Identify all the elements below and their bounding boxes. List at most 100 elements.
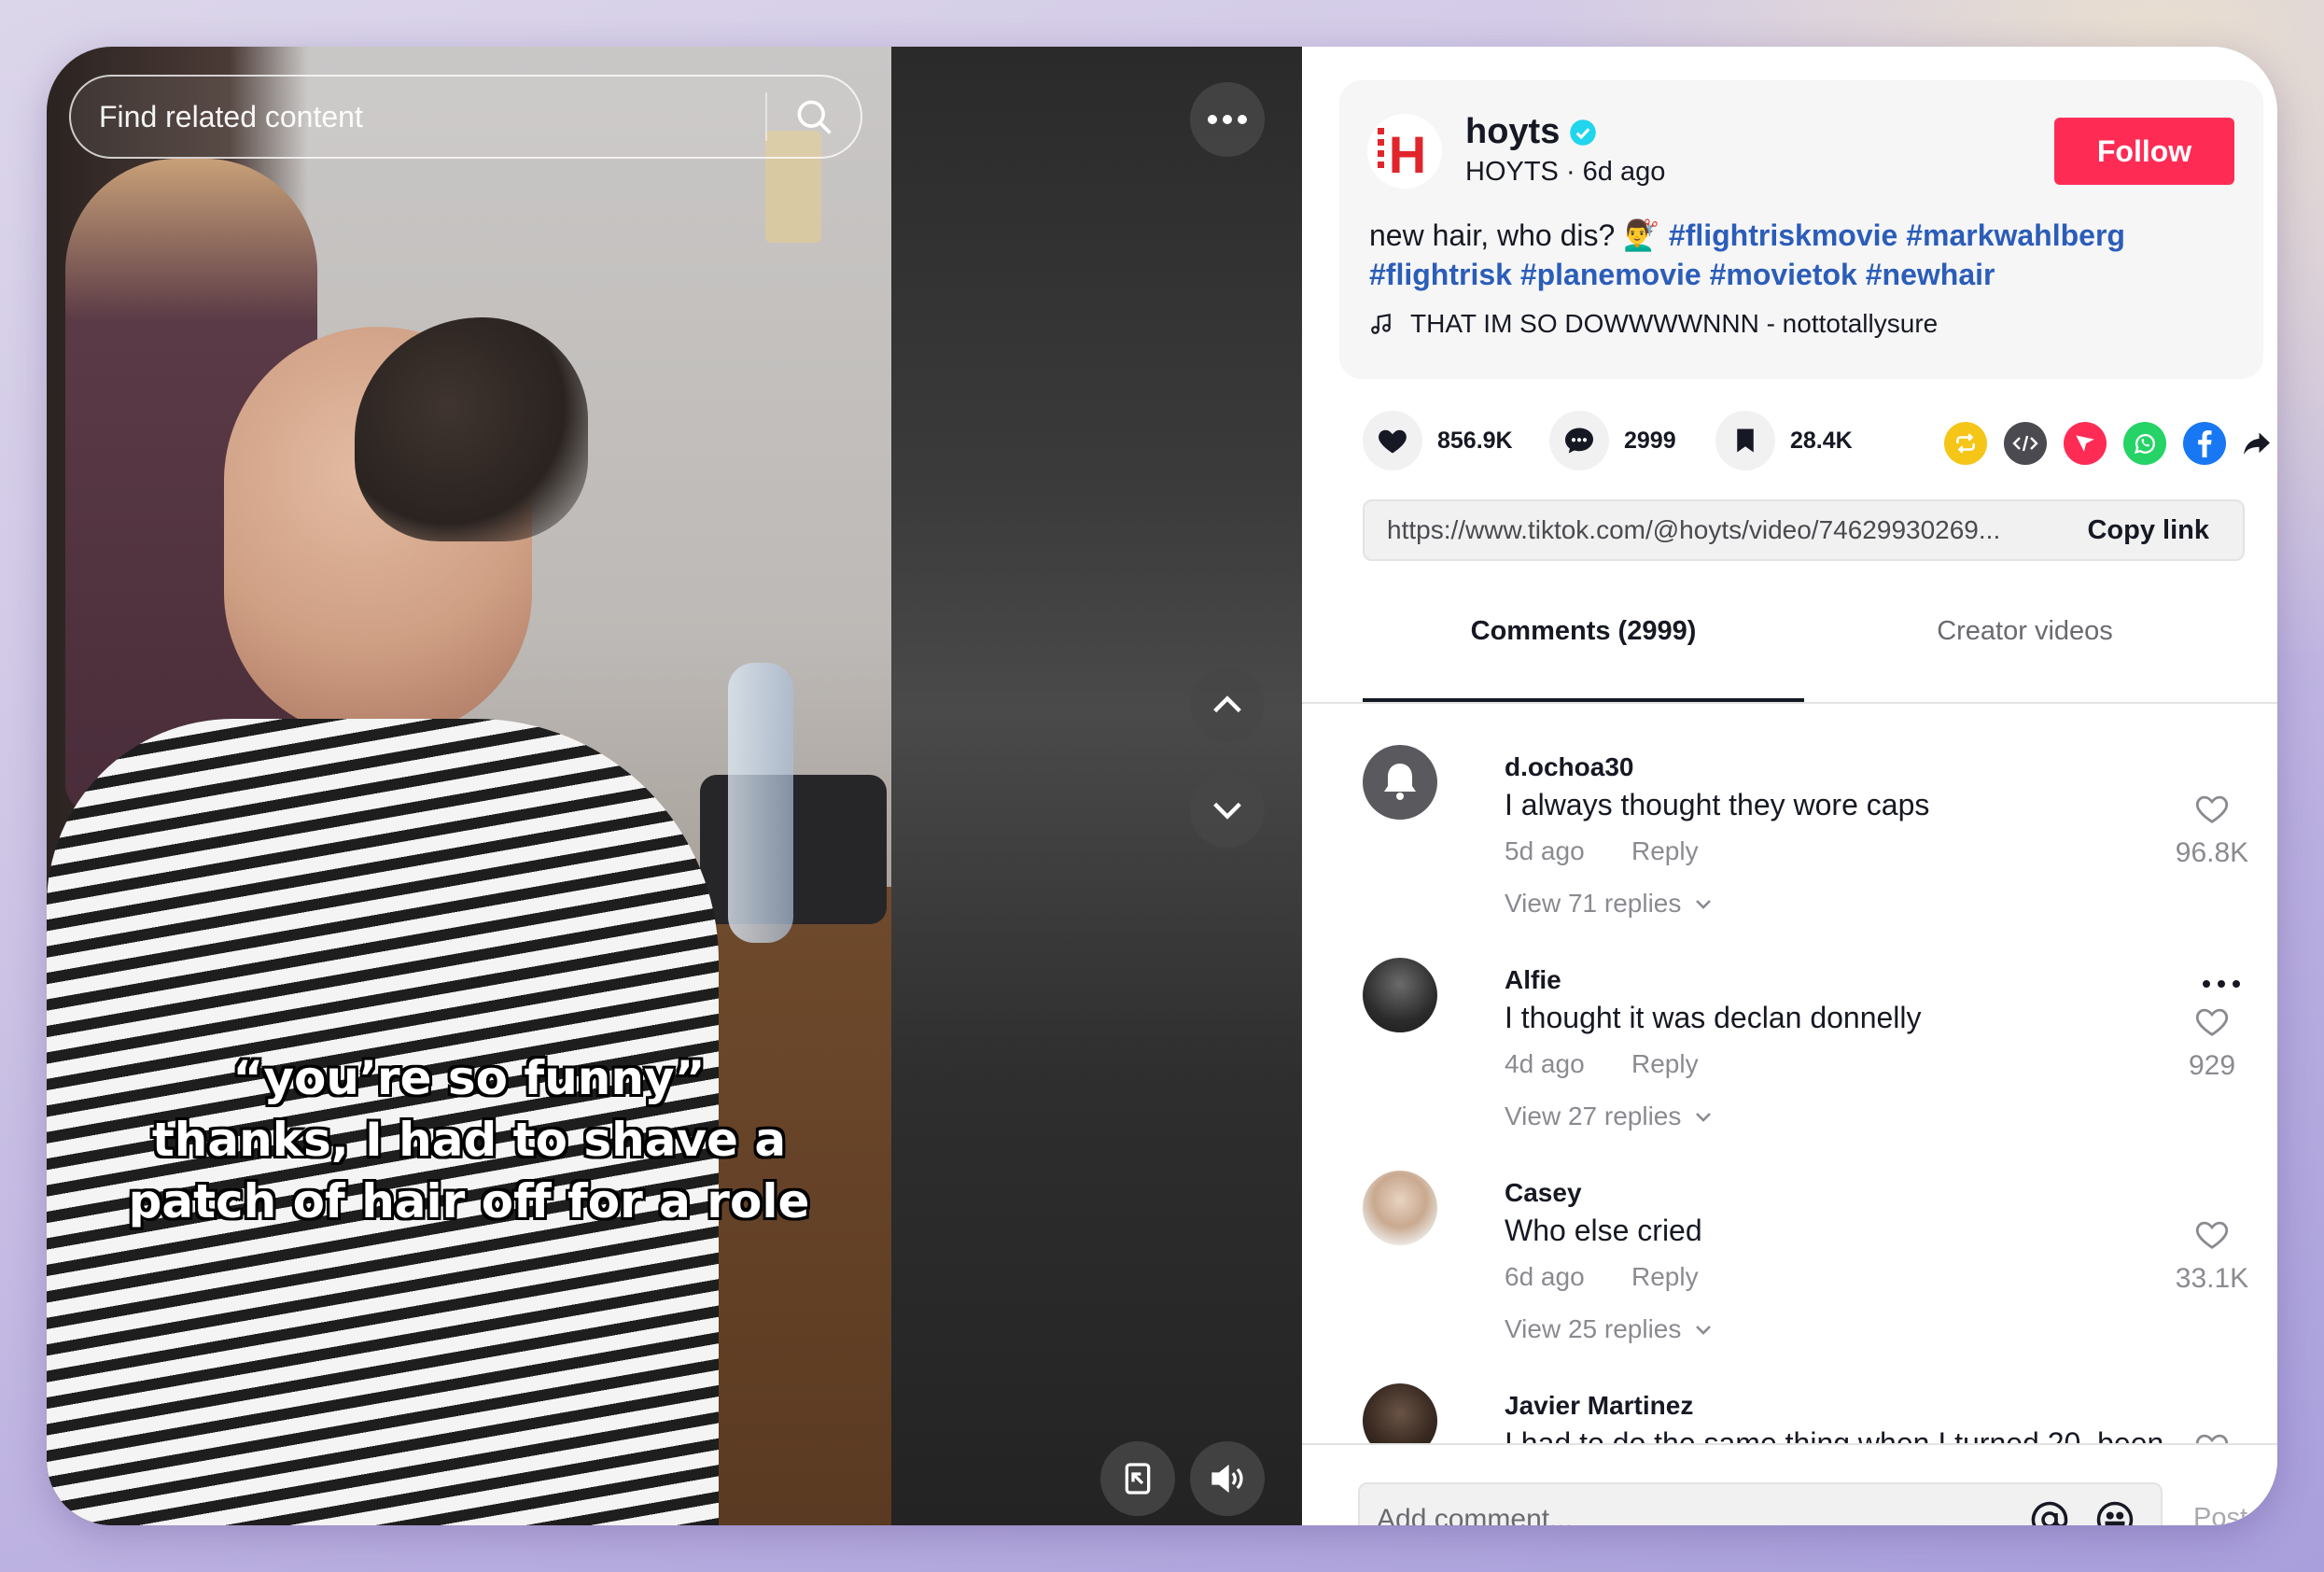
comment-like-button[interactable]: 929 — [2165, 1004, 2259, 1082]
post-card: H hoyts HOYTS · 6d ago Follow new hair, … — [1339, 80, 2263, 379]
comment-input[interactable]: Add comment... — [1358, 1482, 2163, 1525]
avatar[interactable] — [1363, 1383, 1437, 1443]
chevron-down-icon — [1213, 802, 1241, 820]
chevron-up-icon — [1213, 695, 1241, 713]
verified-badge-icon — [1570, 119, 1597, 146]
comment-text: I thought it was declan donnelly — [1505, 1001, 1922, 1034]
hashtag-link[interactable]: #movietok — [1710, 258, 1857, 291]
like-count: 856.9K — [1437, 427, 1513, 454]
svg-text:H: H — [1389, 125, 1426, 180]
facebook-icon[interactable] — [2183, 422, 2226, 465]
next-video-button[interactable] — [1190, 773, 1265, 848]
save-button[interactable]: 28.4K — [1715, 411, 1853, 470]
search-icon[interactable] — [767, 96, 861, 137]
share-link-field[interactable]: https://www.tiktok.com/@hoyts/video/7462… — [1363, 499, 2245, 561]
author-avatar[interactable]: H — [1367, 114, 1442, 189]
caption-line: “you’re so funny” — [232, 1051, 706, 1105]
copy-link-button[interactable]: Copy link — [2087, 515, 2209, 546]
comment-item: Javier Martinez I had to do the same thi… — [1302, 1344, 2277, 1443]
tab-creator-videos[interactable]: Creator videos — [1804, 616, 2246, 647]
heart-outline-icon — [2195, 1434, 2229, 1443]
share-arrow-icon[interactable] — [2235, 422, 2277, 465]
comment-like-button[interactable]: 96.8K — [2165, 792, 2259, 869]
panel-tabs: Comments (2999) Creator videos — [1302, 579, 2277, 704]
volume-icon — [1211, 1464, 1243, 1494]
emoji-icon[interactable] — [2095, 1500, 2135, 1525]
caption-line: patch of hair off for a role — [128, 1174, 810, 1228]
avatar[interactable] — [1363, 1171, 1437, 1245]
comment-username[interactable]: d.ochoa30 — [1505, 752, 1633, 782]
video-url: https://www.tiktok.com/@hoyts/video/7462… — [1387, 515, 2001, 544]
heart-outline-icon — [2195, 1008, 2229, 1036]
heart-icon — [1379, 429, 1407, 454]
reply-button[interactable]: Reply — [1631, 1049, 1699, 1079]
send-icon[interactable] — [2064, 422, 2107, 465]
heart-outline-icon — [2195, 1221, 2229, 1249]
whatsapp-icon[interactable] — [2123, 422, 2166, 465]
mention-icon[interactable] — [2030, 1500, 2069, 1525]
bell-icon — [1384, 764, 1416, 800]
comment-like-button[interactable] — [2165, 1430, 2259, 1443]
comment-username[interactable]: Alfie — [1505, 965, 1561, 995]
caption-line: thanks, I had to shave a — [151, 1113, 787, 1167]
comment-like-count: 96.8K — [2175, 837, 2249, 868]
comment-input-placeholder: Add comment... — [1377, 1504, 1574, 1525]
engagement-bar: 856.9K 2999 28.4K — [1302, 411, 2277, 485]
hashtag-link[interactable]: #flightriskmovie — [1669, 218, 1897, 252]
comment-button[interactable]: 2999 — [1549, 411, 1676, 470]
comment-username[interactable]: Javier Martinez — [1505, 1391, 1693, 1421]
embed-icon[interactable] — [2004, 422, 2047, 465]
comment-like-count: 33.1K — [2175, 1263, 2249, 1294]
post-comment-button[interactable]: Post — [2193, 1503, 2247, 1525]
view-replies-button[interactable]: View 27 replies — [1505, 1102, 1713, 1131]
comment-time: 4d ago — [1505, 1049, 1585, 1078]
view-replies-label: View 25 replies — [1505, 1314, 1682, 1343]
previous-video-button[interactable] — [1190, 667, 1265, 742]
tiktok-window: “you’re so funny” thanks, I had to shave… — [47, 47, 2277, 1525]
volume-button[interactable] — [1190, 1441, 1265, 1516]
hashtag-link[interactable]: #planemovie — [1520, 258, 1701, 291]
view-replies-button[interactable]: View 25 replies — [1505, 1314, 1713, 1344]
comment-more-icon[interactable] — [2201, 965, 2242, 997]
hashtag-link[interactable]: #newhair — [1866, 258, 1995, 291]
view-replies-button[interactable]: View 71 replies — [1505, 889, 1713, 919]
repost-icon[interactable] — [1944, 422, 1987, 465]
comment-like-button[interactable]: 33.1K — [2165, 1217, 2259, 1295]
comment-text: Who else cried — [1505, 1214, 1702, 1247]
follow-button[interactable]: Follow — [2054, 118, 2234, 185]
comment-list: d.ochoa30 I always thought they wore cap… — [1302, 706, 2277, 1443]
comment-time: 5d ago — [1505, 836, 1585, 865]
floating-player-button[interactable] — [1100, 1441, 1175, 1516]
heart-outline-icon — [2195, 795, 2229, 823]
comment-username[interactable]: Casey — [1505, 1178, 1582, 1208]
tab-comments[interactable]: Comments (2999) — [1363, 616, 1804, 647]
author-name[interactable]: hoyts — [1465, 112, 1597, 152]
comment-item: Casey Who else cried 6d ago Reply View 2… — [1302, 1131, 2277, 1344]
video-player[interactable]: “you’re so funny” thanks, I had to shave… — [47, 47, 891, 1525]
like-button[interactable]: 856.9K — [1363, 411, 1513, 470]
more-options-button[interactable] — [1190, 82, 1265, 157]
comment-time: 6d ago — [1505, 1262, 1585, 1291]
search-placeholder: Find related content — [99, 99, 363, 133]
hashtag-link[interactable]: #flightrisk — [1369, 258, 1512, 291]
chevron-down-icon — [1696, 1326, 1712, 1335]
save-count: 28.4K — [1790, 427, 1853, 454]
hashtag-link[interactable]: #markwahlberg — [1906, 218, 2125, 252]
description-text: new hair, who dis? — [1369, 218, 1616, 252]
barber-emoji-icon: 💇‍♂️ — [1623, 218, 1660, 252]
post-description: new hair, who dis? 💇‍♂️ #flightriskmovie… — [1369, 216, 2237, 294]
avatar[interactable] — [1363, 958, 1437, 1032]
music-note-icon — [1371, 313, 1391, 334]
reply-button[interactable]: Reply — [1631, 836, 1699, 866]
view-replies-label: View 27 replies — [1505, 1102, 1682, 1130]
author-name-text: hoyts — [1465, 112, 1561, 151]
avatar[interactable] — [1363, 745, 1437, 820]
reply-button[interactable]: Reply — [1631, 1262, 1699, 1292]
comment-composer: Add comment... Post — [1302, 1443, 2277, 1525]
search-input[interactable]: Find related content — [69, 75, 862, 159]
active-tab-indicator — [1363, 698, 1804, 702]
music-title: THAT IM SO DOWWWWNNN - nottotallysure — [1410, 309, 1939, 338]
music-link[interactable]: THAT IM SO DOWWWWNNN - nottotallysure — [1369, 309, 1938, 339]
comment-bubble-icon — [1565, 428, 1593, 454]
video-area: “you’re so funny” thanks, I had to shave… — [47, 47, 1302, 1525]
